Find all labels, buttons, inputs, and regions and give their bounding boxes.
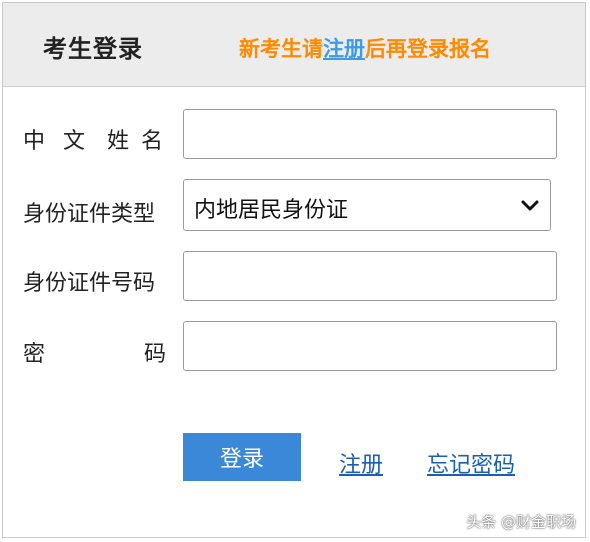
register-notice: 新考生请注册后再登录报名 xyxy=(239,33,491,63)
notice-prefix: 新考生请 xyxy=(239,37,323,61)
forgot-password-link[interactable]: 忘记密码 xyxy=(427,447,515,479)
chinese-name-input[interactable] xyxy=(183,109,557,159)
chevron-down-icon xyxy=(521,200,539,211)
name-label-char: 中 xyxy=(23,129,46,154)
login-header: 考生登录 新考生请注册后再登录报名 xyxy=(3,3,585,87)
password-label-char: 密 xyxy=(23,342,46,367)
watermark: 头条 @财金职场 xyxy=(466,513,576,531)
name-label: 中 文 姓 名 xyxy=(23,123,165,155)
id-type-selected-value: 内地居民身份证 xyxy=(194,198,349,223)
name-label-char: 名 xyxy=(141,129,164,154)
password-label-char: 码 xyxy=(143,342,166,367)
password-input[interactable] xyxy=(183,321,557,371)
name-label-char: 文 xyxy=(63,129,86,154)
login-panel: 考生登录 新考生请注册后再登录报名 中 文 姓 名 身份证件类型 内地居民身份证… xyxy=(2,2,586,538)
id-number-input[interactable] xyxy=(183,251,557,301)
notice-register-link[interactable]: 注册 xyxy=(323,37,365,61)
login-button[interactable]: 登录 xyxy=(183,433,301,481)
name-label-char: 姓 xyxy=(107,129,130,154)
register-link[interactable]: 注册 xyxy=(339,447,383,479)
notice-suffix: 后再登录报名 xyxy=(365,37,491,61)
login-title: 考生登录 xyxy=(43,35,143,63)
id-type-select[interactable]: 内地居民身份证 xyxy=(183,179,551,231)
id-type-label: 身份证件类型 xyxy=(23,202,156,227)
password-label: 密 码 xyxy=(23,336,166,368)
id-number-label: 身份证件号码 xyxy=(23,271,156,296)
